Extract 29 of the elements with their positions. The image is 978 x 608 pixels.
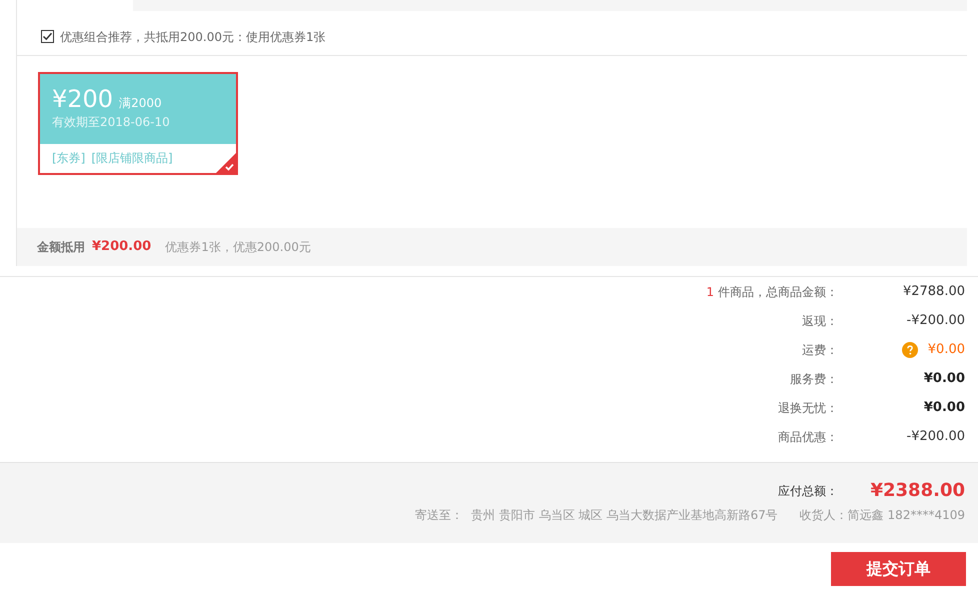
address-label: 寄送至：: [415, 507, 464, 523]
summary-label: 商品优惠：: [778, 428, 838, 444]
receiver-text: 收货人：简远鑫 182****4109: [800, 507, 965, 523]
deduction-amount: ¥200.00: [92, 239, 152, 255]
summary-value: ¥0.00: [928, 342, 965, 358]
corner-check-icon: [216, 153, 236, 173]
coupon-amount: ¥200: [52, 85, 114, 113]
coupon-condition: 满2000: [119, 95, 162, 111]
total-label: 应付总额：: [778, 483, 838, 499]
submit-order-button[interactable]: 提交订单: [831, 552, 966, 586]
summary-value: ¥2788.00: [902, 284, 965, 300]
coupon-validity: 有效期至2018-06-10: [52, 114, 170, 131]
recommend-text: 优惠组合推荐，共抵用200.00元：使用优惠券1张: [60, 28, 326, 44]
summary-value: ¥0.00: [924, 370, 965, 386]
deduction-detail: 优惠券1张，优惠200.00元: [165, 239, 311, 255]
summary-value: -¥200.00: [906, 428, 965, 444]
coupon-tag: [限店铺限商品]: [91, 144, 173, 172]
coupon-tag: [东券]: [52, 144, 86, 172]
summary-label: 返现：: [802, 312, 838, 328]
address-text: 贵州 贵阳市 乌当区 城区 乌当大数据产业基地高新路67号: [471, 507, 778, 523]
summary-label: 退换无忧：: [778, 400, 838, 416]
summary-value: -¥200.00: [906, 312, 965, 328]
summary-label: 服务费：: [790, 370, 838, 386]
summary-value: ¥0.00: [924, 400, 965, 416]
summary-label: 运费：: [802, 342, 838, 358]
total-amount: ¥2388.00: [869, 479, 965, 503]
deduction-label: 金额抵用: [37, 239, 85, 255]
checkbox[interactable]: [41, 30, 54, 43]
summary-label: 1 件商品，总商品金额：: [706, 284, 838, 300]
